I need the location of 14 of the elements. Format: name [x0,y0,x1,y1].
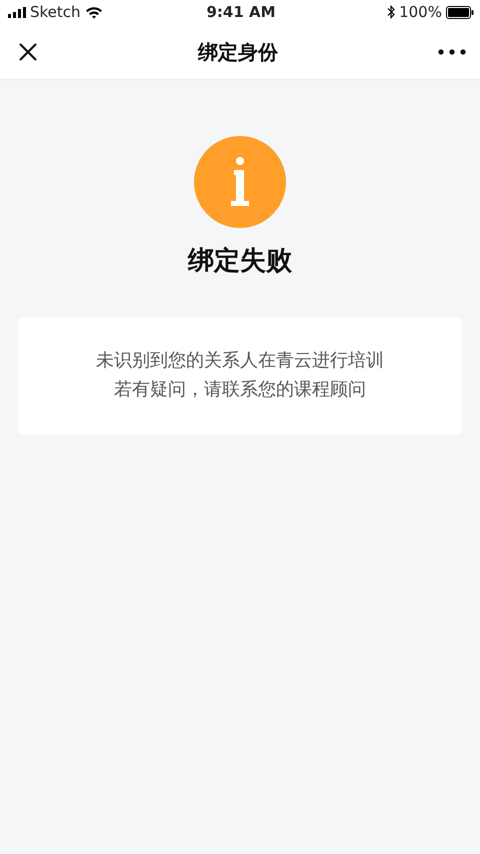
signal-icon [8,6,26,18]
message-line: 若有疑问，请联系您的课程顾问 [113,378,367,402]
battery-percent: 100% [399,2,442,23]
result-title: 绑定失败 [188,245,292,278]
page-title: 绑定身份 [198,38,278,66]
message-line: 未识别到您的关系人在青云进行培训 [95,349,385,373]
more-icon[interactable] [438,48,466,54]
wifi-icon [84,6,103,18]
bluetooth-icon [387,5,396,19]
battery-icon [446,6,474,18]
carrier-name: Sketch [30,2,81,23]
close-icon[interactable] [18,42,38,62]
clock-time: 9:41 AM [206,2,276,23]
info-icon [194,136,286,228]
